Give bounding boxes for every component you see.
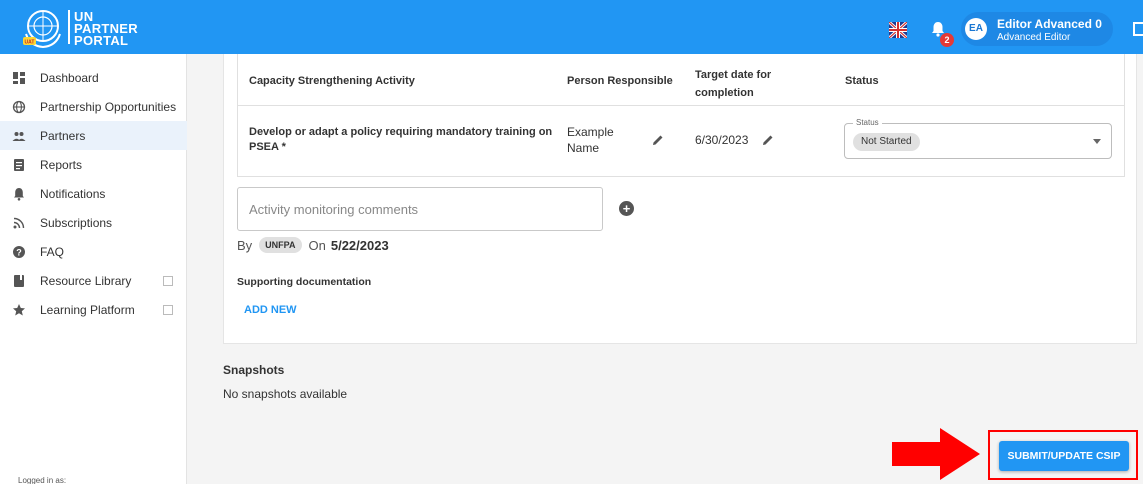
logged-in-label: Logged in as: bbox=[18, 476, 67, 484]
sidebar-item-partners[interactable]: Partners bbox=[0, 121, 187, 150]
sidebar-item-label: Subscriptions bbox=[40, 215, 113, 230]
avatar: EA bbox=[965, 18, 987, 40]
csip-activity-card: Capacity Strengthening Activity Person R… bbox=[223, 54, 1137, 344]
sidebar-item-label: FAQ bbox=[40, 244, 65, 259]
by-label: By bbox=[237, 237, 253, 253]
snapshots-title: Snapshots bbox=[223, 363, 285, 377]
star-icon bbox=[13, 303, 25, 315]
supporting-documentation-title: Supporting documentation bbox=[237, 276, 372, 288]
table-divider bbox=[238, 105, 1124, 106]
logout-icon[interactable] bbox=[1133, 22, 1143, 36]
chevron-down-icon bbox=[1093, 139, 1101, 144]
activity-monitoring-comments-input[interactable]: Activity monitoring comments bbox=[237, 187, 603, 231]
on-label: On bbox=[308, 237, 326, 253]
sidebar-item-label: Partners bbox=[40, 128, 86, 143]
svg-text:?: ? bbox=[16, 247, 22, 257]
add-new-document-button[interactable]: ADD NEW bbox=[244, 304, 297, 316]
sidebar-item-partnership-opportunities[interactable]: Partnership Opportunities bbox=[0, 92, 187, 121]
dashboard-icon bbox=[13, 71, 25, 84]
sidebar-item-label: Partnership Opportunities bbox=[40, 99, 177, 114]
sidebar-item-reports[interactable]: Reports bbox=[0, 150, 187, 179]
people-icon bbox=[12, 131, 26, 141]
svg-text:UAT: UAT bbox=[25, 40, 35, 46]
rss-icon bbox=[13, 217, 25, 228]
comment-date: 5/22/2023 bbox=[330, 237, 389, 253]
sidebar-item-label: Resource Library bbox=[40, 273, 132, 288]
brand-name: UN PARTNER PORTAL bbox=[74, 10, 138, 48]
sidebar-item-learning-platform[interactable]: Learning Platform bbox=[0, 295, 187, 324]
user-role: Advanced Editor bbox=[997, 32, 1071, 43]
column-header-target-date: Target date for completion bbox=[695, 66, 771, 102]
sidebar-item-faq[interactable]: ? FAQ bbox=[0, 237, 187, 266]
user-name: Editor Advanced 0 bbox=[997, 17, 1102, 31]
edit-person-pencil-icon[interactable] bbox=[651, 133, 665, 147]
globe-icon bbox=[12, 100, 26, 113]
sidebar-item-notifications[interactable]: Notifications bbox=[0, 179, 187, 208]
uk-flag-icon[interactable] bbox=[889, 22, 907, 38]
table-row-person: Example Name bbox=[567, 124, 614, 156]
notification-count-badge: 2 bbox=[940, 33, 954, 47]
report-icon bbox=[14, 158, 24, 171]
brand-divider bbox=[68, 10, 70, 44]
table-row-activity: Develop or adapt a policy requiring mand… bbox=[249, 125, 552, 155]
sidebar-item-label: Dashboard bbox=[40, 70, 99, 85]
external-link-icon bbox=[163, 275, 173, 286]
table-row-target-date: 6/30/2023 bbox=[695, 133, 749, 147]
help-icon: ? bbox=[13, 245, 25, 258]
sidebar-nav: Dashboard Partnership Opportunities Part… bbox=[0, 54, 187, 484]
bell-icon bbox=[14, 187, 24, 201]
activity-line-1: Develop or adapt a policy requiring mand… bbox=[249, 126, 553, 138]
edit-date-pencil-icon[interactable] bbox=[761, 133, 775, 147]
column-header-target-date-line-1: Target date for bbox=[695, 69, 772, 81]
sidebar-item-label: Reports bbox=[40, 157, 83, 172]
snapshots-empty-message: No snapshots available bbox=[223, 387, 348, 401]
status-field-label: Status bbox=[853, 118, 882, 127]
sidebar-item-resource-library[interactable]: Resource Library bbox=[0, 266, 187, 295]
org-chip: UNFPA bbox=[259, 237, 302, 253]
top-app-bar: UAT UN PARTNER PORTAL 2 EA Editor Advanc… bbox=[0, 0, 1143, 54]
un-logo-icon[interactable]: UAT bbox=[20, 6, 66, 50]
sidebar-item-label: Notifications bbox=[40, 186, 106, 201]
book-icon bbox=[14, 274, 24, 287]
comment-author-line: By UNFPA On 5/22/2023 bbox=[237, 237, 389, 253]
status-select[interactable]: Status Not Started bbox=[844, 118, 1112, 159]
activity-line-2: PSEA * bbox=[249, 141, 286, 153]
user-menu[interactable]: EA Editor Advanced 0 Advanced Editor bbox=[961, 12, 1113, 46]
red-arrow-icon bbox=[892, 428, 980, 480]
column-header-status: Status bbox=[845, 75, 879, 87]
column-header-person: Person Responsible bbox=[567, 75, 673, 87]
submit-update-csip-button[interactable]: SUBMIT/UPDATE CSIP bbox=[999, 441, 1129, 471]
person-line-2: Name bbox=[567, 141, 600, 155]
comment-placeholder: Activity monitoring comments bbox=[249, 202, 419, 217]
add-comment-icon[interactable]: + bbox=[619, 201, 634, 216]
status-chip: Not Started bbox=[853, 133, 920, 151]
person-line-1: Example bbox=[567, 125, 614, 139]
sidebar-item-dashboard[interactable]: Dashboard bbox=[0, 63, 187, 92]
activity-table: Capacity Strengthening Activity Person R… bbox=[237, 54, 1125, 177]
brand-line-3: PORTAL bbox=[74, 33, 129, 48]
column-header-activity: Capacity Strengthening Activity bbox=[249, 75, 415, 87]
sidebar-item-label: Learning Platform bbox=[40, 302, 135, 317]
sidebar-item-subscriptions[interactable]: Subscriptions bbox=[0, 208, 187, 237]
external-link-icon bbox=[163, 304, 173, 315]
column-header-target-date-line-2: completion bbox=[695, 87, 754, 99]
